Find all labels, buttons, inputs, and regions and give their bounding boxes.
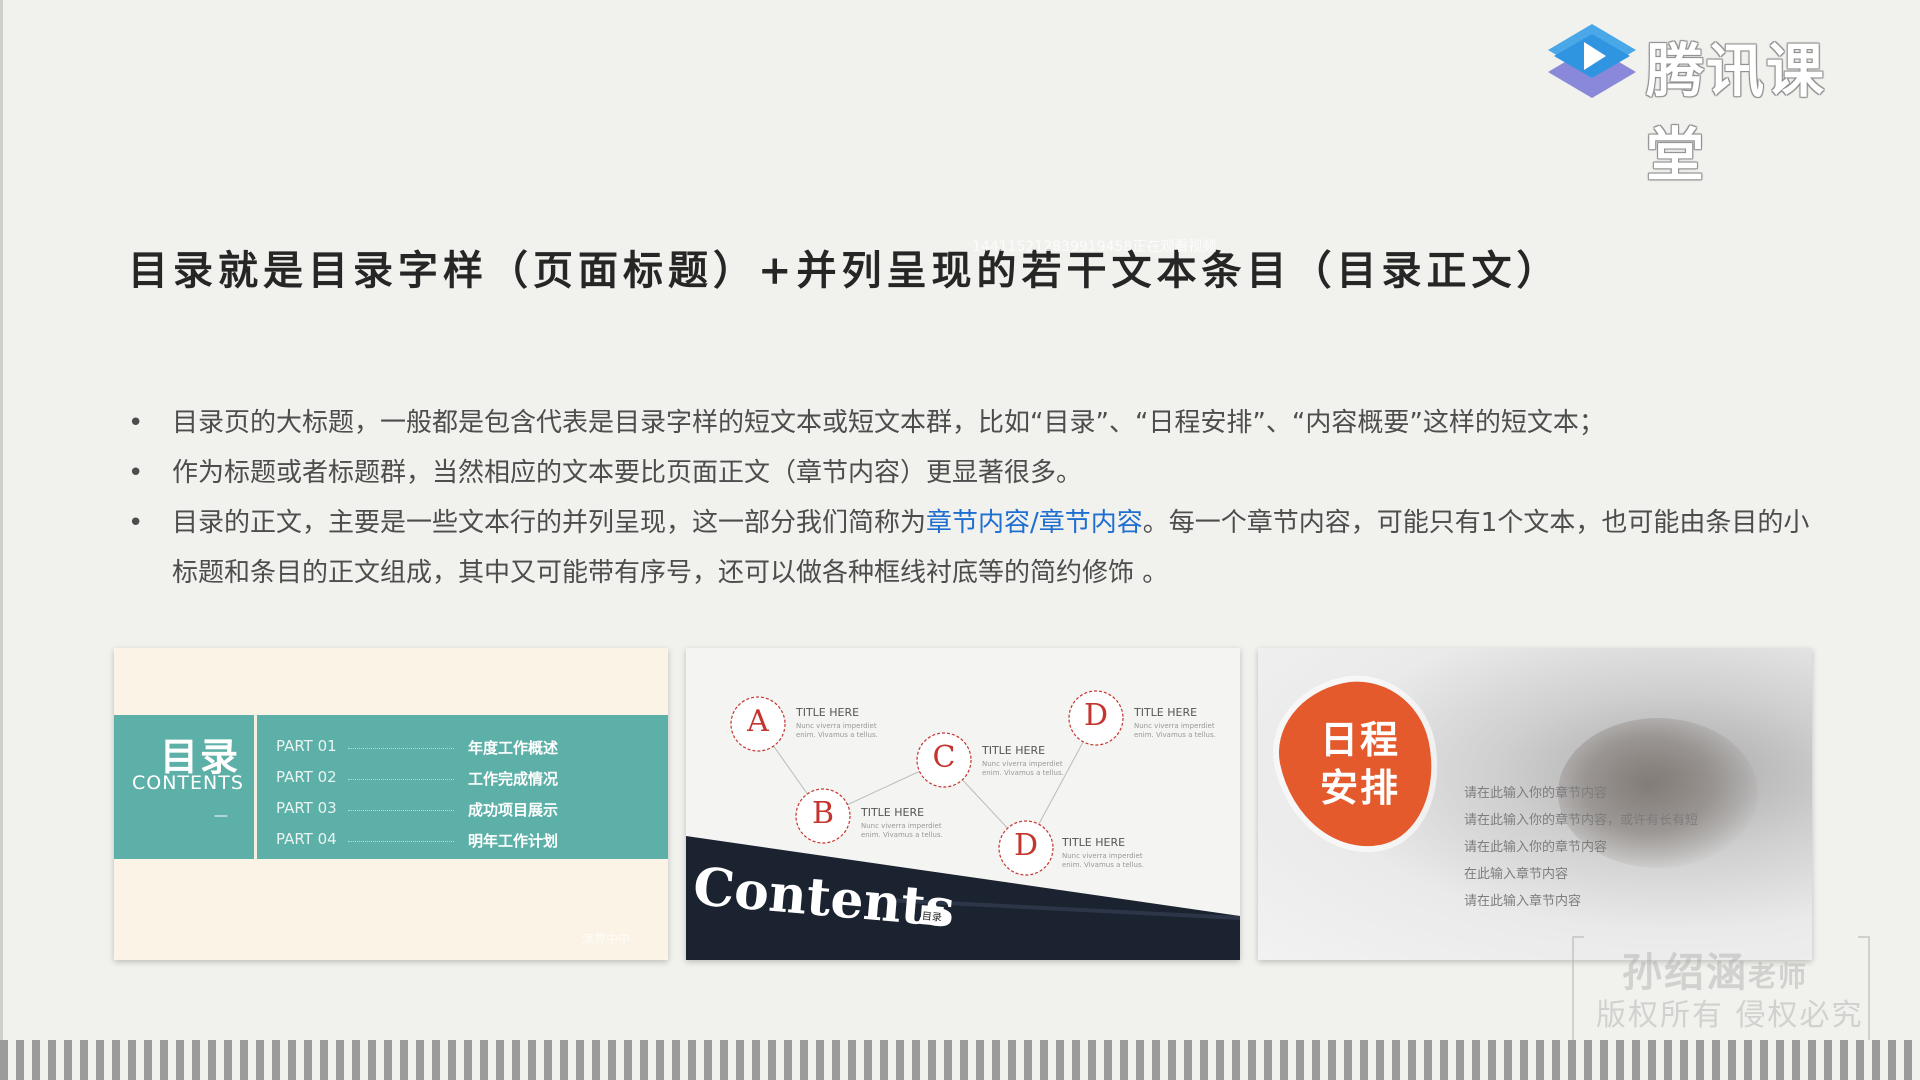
tencent-classroom-play-icon: [1548, 24, 1636, 98]
node-title: TITLE HERE: [861, 806, 925, 819]
dash-mark: —: [214, 808, 228, 824]
viewer-id-watermark: 144115212839919458正在观看视频: [972, 239, 1217, 255]
bullet-dot: •: [128, 508, 144, 538]
schedule-line: 请在此输入章节内容: [1464, 894, 1582, 909]
node-title: TITLE HERE: [796, 706, 860, 719]
brand-name: 腾讯课堂: [1646, 37, 1827, 189]
window-left-edge: [0, 0, 3, 1080]
part-title: 工作完成情况: [468, 770, 559, 788]
node-title: TITLE HERE: [982, 744, 1046, 757]
node-body: Nunc viverra imperdiet enim. Vivamus a t…: [796, 722, 878, 739]
bullet-text: 目录的正文，主要是一些文本行的并列呈现，这一部分我们简称为: [172, 508, 927, 538]
dotted-leader: [348, 810, 454, 811]
part-number: PART 04: [276, 830, 337, 848]
contents-row: PART 02 工作完成情况: [276, 768, 656, 792]
node-letter: B: [811, 796, 835, 831]
contents-row: PART 01 年度工作概述: [276, 737, 656, 761]
bullet-text: 作为标题或者标题群，当然相应的文本要比页面正文（章节内容）更显著很多。: [172, 458, 1083, 488]
dotted-leader: [348, 779, 454, 780]
schedule-title-line: 日程: [1320, 718, 1401, 762]
schedule-line: 在此输入章节内容: [1464, 867, 1569, 882]
example-slide-node-contents: A B C D D TITLE HERE Nunc viverra imperd…: [686, 648, 1240, 960]
bullet-text: 目录页的大标题，一般都是包含代表是目录字样的短文本或短文本群，比如“目录”、“日…: [172, 408, 1605, 438]
teacher-title: 老师: [1748, 960, 1809, 993]
node-title: TITLE HERE: [1134, 706, 1198, 719]
node-letter: D: [1083, 698, 1109, 733]
schedule-title: 日程 安排: [1320, 716, 1420, 812]
highlight-term: 章节内容/章节内容: [926, 508, 1143, 538]
brand-logo: 腾讯课堂: [1538, 18, 1868, 189]
part-number: PART 03: [276, 799, 337, 817]
node-title: TITLE HERE: [1062, 836, 1126, 849]
node-letter: D: [1013, 828, 1039, 863]
contents-tag: 目录: [920, 905, 944, 926]
part-title: 成功项目展示: [468, 801, 559, 819]
slide-title-en: CONTENTS: [132, 772, 244, 794]
bottom-stripe: [0, 1040, 1920, 1080]
part-title: 年度工作概述: [468, 739, 559, 757]
node-body: Nunc viverra imperdiet enim. Vivamus a t…: [982, 760, 1064, 777]
dotted-leader: [348, 841, 454, 842]
bullet-item: • 目录页的大标题，一般都是包含代表是目录字样的短文本或短文本群，比如“目录”、“…: [128, 398, 1818, 448]
bullet-list: • 目录页的大标题，一般都是包含代表是目录字样的短文本或短文本群，比如“目录”、“…: [128, 398, 1818, 598]
node-letter: C: [932, 740, 956, 775]
contents-row: PART 04 明年工作计划: [276, 830, 656, 854]
node-letter: A: [747, 704, 769, 739]
copyright-notice: 版权所有 侵权必究: [1596, 998, 1864, 1033]
schedule-line: 请在此输入你的章节内容: [1464, 840, 1608, 855]
dotted-leader: [348, 748, 454, 749]
slide-watermark: 演界中中: [582, 932, 631, 946]
page-title: 目录就是目录字样（页面标题）+并列呈现的若干文本条目（目录正文）: [128, 247, 1562, 294]
bullet-item: • 目录的正文，主要是一些文本行的并列呈现，这一部分我们简称为章节内容/章节内容。…: [128, 498, 1818, 598]
example-slide-schedule: 日程 安排 请在此输入你的章节内容 请在此输入你的章节内容，或许有长有短 请在此…: [1258, 648, 1812, 960]
node-body: Nunc viverra imperdiet enim. Vivamus a t…: [1062, 852, 1144, 869]
node-body: Nunc viverra imperdiet enim. Vivamus a t…: [1134, 722, 1216, 739]
contents-row: PART 03 成功项目展示: [276, 799, 656, 823]
teacher-watermark: 孙绍涵老师 版权所有 侵权必究: [1562, 930, 1876, 1054]
bullet-dot: •: [128, 408, 144, 438]
bullet-item: • 作为标题或者标题群，当然相应的文本要比页面正文（章节内容）更显著很多。: [128, 448, 1818, 498]
schedule-line: 请在此输入你的章节内容: [1464, 786, 1608, 801]
bracket-left: [1572, 936, 1584, 1054]
schedule-title-line: 安排: [1320, 766, 1401, 810]
node-body: Nunc viverra imperdiet enim. Vivamus a t…: [861, 822, 943, 839]
part-number: PART 02: [276, 768, 337, 786]
part-number: PART 01: [276, 737, 337, 755]
vertical-divider: [254, 715, 257, 859]
part-title: 明年工作计划: [468, 832, 559, 850]
example-slide-teal-contents: 目录 CONTENTS — PART 01 年度工作概述 PART 02 工作完…: [114, 648, 668, 960]
schedule-line: 请在此输入你的章节内容，或许有长有短: [1464, 813, 1699, 828]
bullet-dot: •: [128, 458, 144, 488]
